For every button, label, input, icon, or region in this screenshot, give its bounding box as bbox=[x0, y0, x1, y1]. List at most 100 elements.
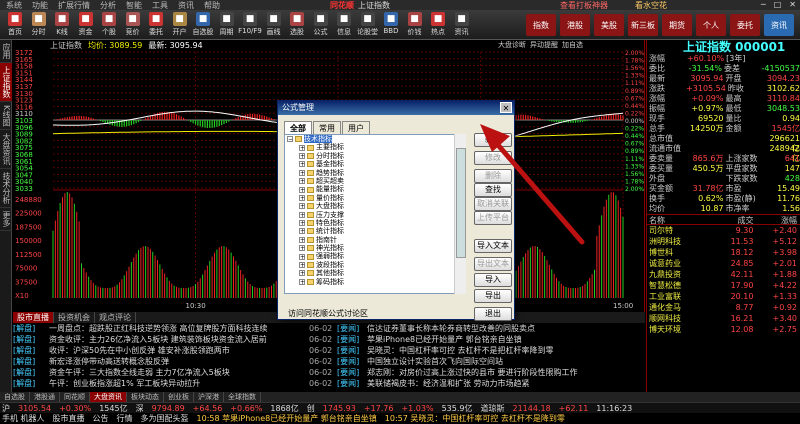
menu-item-tools[interactable]: 工具 bbox=[152, 0, 168, 11]
tree-node[interactable]: + 量价指标 bbox=[285, 194, 465, 202]
expand-icon[interactable]: + bbox=[299, 270, 305, 277]
scrollbar-thumb[interactable] bbox=[456, 148, 466, 258]
tree-node[interactable]: + 能量指标 bbox=[285, 185, 465, 193]
tree-node[interactable]: + 主要指标 bbox=[285, 143, 465, 151]
menu-item-smart[interactable]: 智能 bbox=[126, 0, 142, 11]
watchlist-row[interactable]: 通化金马 8.77 +0.92 bbox=[647, 302, 800, 313]
expand-icon[interactable]: + bbox=[299, 245, 305, 252]
ad-banner[interactable]: 查看打板神器 bbox=[560, 0, 608, 10]
toolbar-market-button-0[interactable]: 指数 bbox=[526, 14, 556, 36]
tree-node[interactable]: + 指南针 bbox=[285, 236, 465, 244]
ticker-item[interactable]: 10:58 苹果iPhone8已经开始量产 郭台铭亲自坐镇 bbox=[197, 413, 377, 424]
ticker-item[interactable]: 10:57 吴晓灵：中国杠杆率可控 去杠杆不是降到零 bbox=[385, 413, 565, 424]
close-icon[interactable]: ✕ bbox=[789, 0, 796, 10]
expand-icon[interactable]: + bbox=[299, 203, 305, 210]
news-row[interactable]: [解盘] 资金收评：主力26亿净流入5板块 建筑装饰板块资金流入居前 06-02 [要… bbox=[13, 334, 645, 345]
toolbar-button-6[interactable]: ■ 委托 bbox=[145, 12, 167, 38]
left-nav-tech-analysis[interactable]: 技术分析 bbox=[0, 169, 12, 209]
toolbar-market-button-1[interactable]: 港股 bbox=[560, 14, 590, 36]
menu-item-help[interactable]: 帮助 bbox=[204, 0, 220, 11]
watchlist-row[interactable]: 司尔特 9.30 +2.40 bbox=[647, 225, 800, 236]
expand-icon[interactable]: + bbox=[299, 194, 305, 201]
news-row[interactable]: [解盘] 新宏泽涨停带动高送转概念股反弹 06-02 [要闻] 中国独立设计实验首次飞向… bbox=[13, 356, 645, 367]
toolbar-market-button-3[interactable]: 新三板 bbox=[628, 14, 658, 36]
toolbar-button-15[interactable]: ■ 论股堂 bbox=[357, 12, 379, 38]
expand-icon[interactable]: + bbox=[299, 253, 305, 260]
tree-node[interactable]: + 超买超卖 bbox=[285, 177, 465, 185]
watchlist-row[interactable]: 博世科 18.12 +3.98 bbox=[647, 247, 800, 258]
toolbar-button-19[interactable]: ■ 资讯 bbox=[451, 12, 473, 38]
left-nav-market-news[interactable]: 大盘资讯 bbox=[0, 130, 12, 170]
expand-icon[interactable]: + bbox=[299, 144, 305, 151]
add-favorite-link[interactable]: 加自选 bbox=[562, 40, 583, 50]
toolbar-market-button-5[interactable]: 个人 bbox=[696, 14, 726, 36]
left-nav-more[interactable]: 更多 bbox=[0, 208, 12, 232]
expand-icon[interactable]: + bbox=[299, 169, 305, 176]
toolbar-button-4[interactable]: ■ 个股 bbox=[98, 12, 120, 38]
formula-forum-link[interactable]: 访问同花顺公式讨论区 bbox=[288, 308, 368, 319]
expand-icon[interactable]: + bbox=[299, 236, 305, 243]
tree-node[interactable]: + 统计指标 bbox=[285, 227, 465, 235]
tree-node[interactable]: + 强弱指标 bbox=[285, 252, 465, 260]
watchlist-row[interactable]: 智慧松德 17.90 +4.22 bbox=[647, 280, 800, 291]
left-nav-index[interactable]: 上证指数 bbox=[0, 63, 12, 102]
tab-live[interactable]: 股市直播 bbox=[13, 312, 54, 323]
tab-opportunities[interactable]: 投资机会 bbox=[54, 312, 95, 323]
dialog-tab-common[interactable]: 常用 bbox=[313, 121, 341, 135]
toolbar-button-8[interactable]: ■ 自选股 bbox=[192, 12, 214, 38]
left-nav-apps[interactable]: 应用 bbox=[0, 40, 12, 63]
watchlist-row[interactable]: 诚意药业 24.85 +2.01 bbox=[647, 258, 800, 269]
toolbar-market-button-4[interactable]: 期货 bbox=[662, 14, 692, 36]
bottom-tab-7[interactable]: 全球指数 bbox=[224, 392, 261, 402]
tree-node[interactable]: + 压力支撑 bbox=[285, 211, 465, 219]
dialog-button-9[interactable]: 导出 bbox=[474, 289, 512, 303]
expand-icon[interactable]: + bbox=[299, 211, 305, 218]
toolbar-button-11[interactable]: ■ 画线 bbox=[263, 12, 285, 38]
expand-icon[interactable]: + bbox=[299, 186, 305, 193]
collapse-icon[interactable]: − bbox=[287, 136, 293, 143]
bottom-tab-0[interactable]: 自选股 bbox=[0, 392, 30, 402]
menu-item-system[interactable]: 系统 bbox=[6, 0, 22, 11]
formula-tree-scrollbar[interactable] bbox=[454, 134, 466, 294]
left-nav-kline[interactable]: K线图 bbox=[0, 102, 12, 131]
toolbar-market-button-2[interactable]: 美股 bbox=[594, 14, 624, 36]
menu-item-function[interactable]: 功能 bbox=[32, 0, 48, 11]
dialog-close-icon[interactable]: ✕ bbox=[500, 102, 512, 113]
alert-link[interactable]: 异动提醒 bbox=[530, 40, 558, 50]
toolbar-market-button-6[interactable]: 委托 bbox=[730, 14, 760, 36]
dialog-button-10[interactable]: 退出 bbox=[474, 307, 512, 321]
watchlist-row[interactable]: 工业富联 20.10 +1.33 bbox=[647, 291, 800, 302]
news-row[interactable]: [解盘] 资金午评：三大指数全线走弱 主力7亿净流入5板块 06-02 [要闻] 郑志刚… bbox=[13, 367, 645, 378]
bottom-tab-4[interactable]: 板块动态 bbox=[127, 392, 164, 402]
ticker-item[interactable]: 公告 bbox=[93, 413, 109, 424]
tree-node[interactable]: + 波段指标 bbox=[285, 261, 465, 269]
toolbar-button-16[interactable]: ■ BBD bbox=[380, 12, 402, 38]
watchlist-row[interactable]: 洲明科技 11.53 +5.12 bbox=[647, 236, 800, 247]
ticker-item[interactable]: 行情 bbox=[117, 413, 133, 424]
bottom-tab-2[interactable]: 同花顺 bbox=[60, 392, 90, 402]
toolbar-button-5[interactable]: ■ 竞价 bbox=[122, 12, 144, 38]
toolbar-button-13[interactable]: ■ 公式 bbox=[310, 12, 332, 38]
expand-icon[interactable]: + bbox=[299, 161, 305, 168]
ticker-item[interactable]: 股市直播 bbox=[53, 413, 85, 424]
expand-icon[interactable]: + bbox=[299, 178, 305, 185]
toolbar-button-18[interactable]: ■ 热点 bbox=[427, 12, 449, 38]
dialog-titlebar[interactable]: 公式管理 ✕ bbox=[278, 101, 514, 115]
menu-item-analysis[interactable]: 分析 bbox=[100, 0, 116, 11]
news-row[interactable]: [解盘] 收评：沪深50先在中小创反弹 雄安补涨股领跑两市 06-02 [要闻] 吴晓灵… bbox=[13, 345, 645, 356]
dialog-tab-user[interactable]: 用户 bbox=[342, 121, 370, 135]
dialog-tab-all[interactable]: 全部 bbox=[284, 121, 312, 135]
toolbar-button-2[interactable]: ■ K线 bbox=[51, 12, 73, 38]
expand-icon[interactable]: + bbox=[299, 262, 305, 269]
bottom-tab-1[interactable]: 港股通 bbox=[30, 392, 60, 402]
formula-tree[interactable]: − 技术指标 + 主要指标 + 分时指标 + 基金指标 + 趋势指标 + 超买超卖 + 能量指标 + 量价指标… bbox=[284, 134, 466, 294]
tree-node[interactable]: + 基金指标 bbox=[285, 160, 465, 168]
tree-node[interactable]: + 神光指标 bbox=[285, 244, 465, 252]
toolbar-market-button-7[interactable]: 资讯 bbox=[764, 14, 794, 36]
watchlist-row[interactable]: 博天环境 12.08 +2.75 bbox=[647, 324, 800, 335]
toolbar-button-10[interactable]: ■ F10/F9 bbox=[238, 12, 262, 38]
news-row[interactable]: [解盘] 午评：创业板指涨超1% 军工板块异动拉升 06-02 [要闻] 美联储褐皮书：… bbox=[13, 378, 645, 389]
toolbar-button-12[interactable]: ■ 选股 bbox=[286, 12, 308, 38]
tab-commentary[interactable]: 观点评论 bbox=[95, 312, 136, 323]
ad-banner-2[interactable]: 看水空花 bbox=[635, 0, 667, 10]
